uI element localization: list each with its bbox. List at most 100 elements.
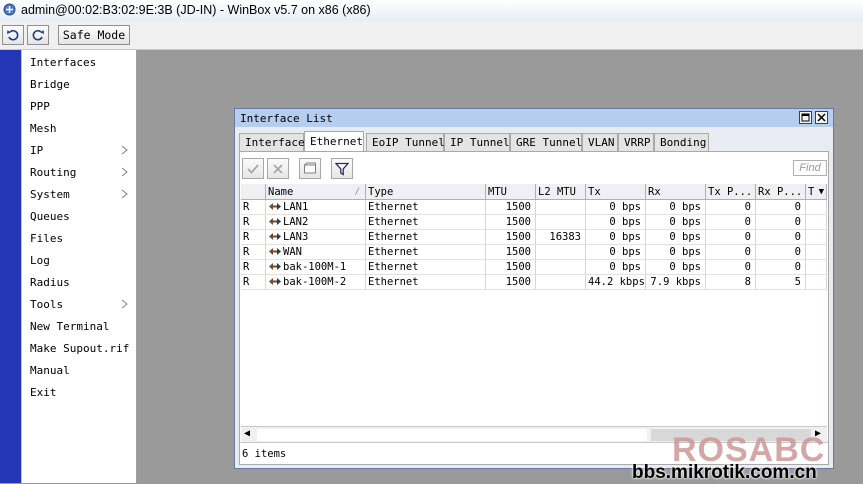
- column-header-rx-packets[interactable]: Rx P...: [756, 184, 806, 200]
- winbox-app-icon: [3, 3, 16, 16]
- menu-item-log[interactable]: Log: [30, 251, 50, 271]
- cell-rxp: 5: [756, 275, 806, 290]
- maximize-icon: [801, 113, 810, 122]
- submenu-arrow-icon: [121, 299, 128, 309]
- scroll-left-icon[interactable]: ◀: [244, 428, 250, 439]
- ethernet-port-icon: [269, 203, 281, 210]
- watermark-site: bbs.mikrotik.com.cn: [632, 462, 817, 483]
- app-title: admin@00:02:B3:02:9E:3B (JD-IN) - WinBox…: [21, 3, 371, 17]
- interface-table: Name / Type MTU L2 MTU Tx Rx Tx P... Rx P…: [241, 184, 827, 402]
- app-title-bar: admin@00:02:B3:02:9E:3B (JD-IN) - WinBox…: [0, 0, 863, 22]
- menu-item-mesh[interactable]: Mesh: [30, 119, 57, 139]
- cell-flag: R: [241, 245, 266, 260]
- close-button[interactable]: [815, 111, 828, 124]
- cell-type: Ethernet: [366, 215, 486, 230]
- undo-button[interactable]: [2, 25, 24, 45]
- cell-flag: R: [241, 200, 266, 215]
- cell-type: Ethernet: [366, 200, 486, 215]
- cell-rx: 0 bps: [646, 215, 706, 230]
- cell-tx: 0 bps: [586, 230, 646, 245]
- column-header-rx[interactable]: Rx: [646, 184, 706, 200]
- tab-gre-tunnel[interactable]: GRE Tunnel: [510, 133, 582, 151]
- enable-button[interactable]: [242, 158, 264, 179]
- find-field[interactable]: Find: [793, 160, 827, 176]
- table-row[interactable]: R WAN Ethernet 1500 0 bps 0 bps 0 0: [241, 245, 827, 260]
- column-header-more[interactable]: T ▼: [806, 184, 827, 200]
- cell-l2mtu: [536, 215, 586, 230]
- cell-tx: 44.2 kbps: [586, 275, 646, 290]
- cell-txp: 0: [706, 215, 756, 230]
- cell-flag: R: [241, 275, 266, 290]
- table-row[interactable]: Rbak-100M-1 Ethernet 1500 0 bps 0 bps 0 0: [241, 260, 827, 275]
- cell-rx: 7.9 kbps: [646, 275, 706, 290]
- scrollbar-thumb[interactable]: [257, 429, 647, 441]
- cell-mtu: 1500: [486, 200, 536, 215]
- cell-rxp: 0: [756, 260, 806, 275]
- menu-item-routing[interactable]: Routing: [30, 163, 76, 183]
- comment-button[interactable]: [299, 158, 321, 179]
- cell-mtu: 1500: [486, 245, 536, 260]
- close-icon: [817, 113, 826, 122]
- menu-item-radius[interactable]: Radius: [30, 273, 70, 293]
- tab-eoip-tunnel[interactable]: EoIP Tunnel: [366, 133, 445, 151]
- column-header-tx-packets[interactable]: Tx P...: [706, 184, 756, 200]
- cell-tx: 0 bps: [586, 245, 646, 260]
- menu-item-ip[interactable]: IP: [30, 141, 43, 161]
- cell-type: Ethernet: [366, 245, 486, 260]
- menu-item-system[interactable]: System: [30, 185, 70, 205]
- redo-button[interactable]: [27, 25, 49, 45]
- cell-tx: 0 bps: [586, 200, 646, 215]
- menu-item-new-terminal[interactable]: New Terminal: [30, 317, 109, 337]
- menu-item-files[interactable]: Files: [30, 229, 63, 249]
- tab-interface[interactable]: Interface: [239, 133, 305, 151]
- interface-name: bak-100M-2: [283, 276, 347, 288]
- interface-name: WAN: [283, 246, 302, 258]
- disable-button[interactable]: [267, 158, 289, 179]
- menu-item-queues[interactable]: Queues: [30, 207, 70, 227]
- tab-ethernet[interactable]: Ethernet: [304, 131, 364, 152]
- tab-bonding[interactable]: Bonding: [654, 133, 709, 151]
- maximize-button[interactable]: [799, 111, 812, 124]
- filter-button[interactable]: [331, 158, 353, 179]
- window-title: Interface List: [240, 112, 333, 125]
- cell-flag: R: [241, 215, 266, 230]
- menu-item-interfaces[interactable]: Interfaces: [30, 53, 96, 73]
- safe-mode-button[interactable]: Safe Mode: [58, 25, 130, 45]
- window-title-bar[interactable]: Interface List: [235, 109, 833, 127]
- column-header-tx[interactable]: Tx: [586, 184, 646, 200]
- column-header-type[interactable]: Type: [366, 184, 486, 200]
- column-header-l2mtu[interactable]: L2 MTU: [536, 184, 586, 200]
- menu-item-tools[interactable]: Tools: [30, 295, 63, 315]
- cell-tx: 0 bps: [586, 260, 646, 275]
- tab-vrrp[interactable]: VRRP: [618, 133, 654, 151]
- interface-name: bak-100M-1: [283, 261, 347, 273]
- sort-indicator-icon: /: [354, 187, 360, 197]
- interface-name: LAN2: [283, 216, 309, 228]
- column-header-flag[interactable]: [241, 184, 266, 200]
- table-row[interactable]: Rbak-100M-2 Ethernet 1500 44.2 kbps 7.9 kbps…: [241, 275, 827, 290]
- item-count: 6 items: [242, 448, 287, 460]
- cell-rx: 0 bps: [646, 260, 706, 275]
- column-menu-dropdown-icon[interactable]: ▼: [819, 184, 824, 199]
- table-row[interactable]: R LAN2 Ethernet 1500 0 bps 0 bps 0 0: [241, 215, 827, 230]
- menu-item-ppp[interactable]: PPP: [30, 97, 50, 117]
- comment-icon: [304, 162, 316, 174]
- column-header-mtu[interactable]: MTU: [486, 184, 536, 200]
- undo-icon: [7, 29, 19, 41]
- cell-name: LAN1: [266, 200, 366, 215]
- cell-empty: [806, 230, 827, 245]
- menu-item-manual[interactable]: Manual: [30, 361, 70, 381]
- ethernet-port-icon: [269, 233, 281, 240]
- table-row[interactable]: R LAN3 Ethernet 1500 16383 0 bps 0 bps 0 0: [241, 230, 827, 245]
- submenu-arrow-icon: [121, 167, 128, 177]
- main-toolbar: Safe Mode: [0, 21, 863, 50]
- tab-vlan[interactable]: VLAN: [582, 133, 618, 151]
- menu-item-exit[interactable]: Exit: [30, 383, 57, 403]
- table-row[interactable]: R LAN1 Ethernet 1500 0 bps 0 bps 0 0: [241, 200, 827, 215]
- cell-rxp: 0: [756, 200, 806, 215]
- main-menu: Interfaces Bridge PPP Mesh IP Routing Sy…: [21, 50, 137, 483]
- column-header-name[interactable]: Name /: [266, 184, 366, 200]
- menu-item-make-supout[interactable]: Make Supout.rif: [30, 339, 129, 359]
- tab-ip-tunnel[interactable]: IP Tunnel: [444, 133, 510, 151]
- menu-item-bridge[interactable]: Bridge: [30, 75, 70, 95]
